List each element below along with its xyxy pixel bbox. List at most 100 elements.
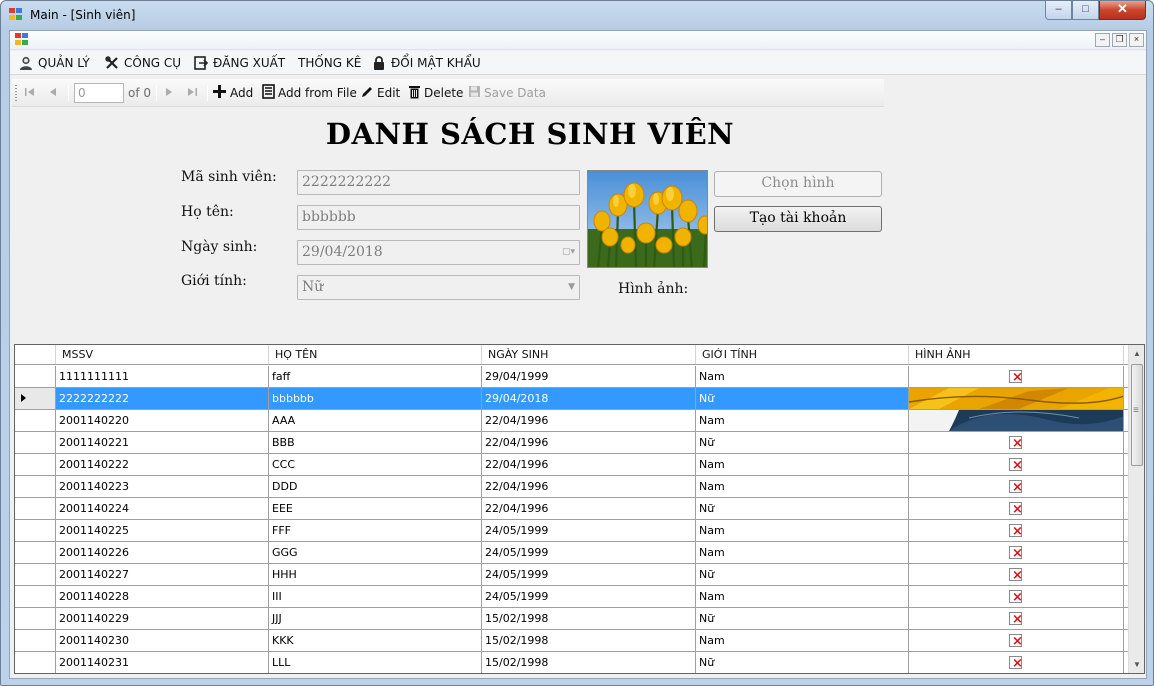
cell-mssv[interactable]: 2001140223: [56, 476, 269, 497]
row-header[interactable]: [15, 630, 56, 651]
table-row[interactable]: 2001140231 LLL 15/02/1998 Nữ: [15, 652, 1128, 673]
cell-hinh-anh[interactable]: [909, 630, 1124, 651]
column-header-gioi-tinh[interactable]: GIỚI TÍNH: [696, 345, 909, 364]
cell-gioi-tinh[interactable]: Nam: [696, 366, 909, 387]
cell-ho-ten[interactable]: bbbbbb: [269, 388, 482, 409]
cell-hinh-anh[interactable]: [909, 476, 1124, 497]
row-header[interactable]: [15, 542, 56, 563]
child-close-button[interactable]: ×: [1129, 33, 1144, 47]
cell-ho-ten[interactable]: III: [269, 586, 482, 607]
cell-ho-ten[interactable]: FFF: [269, 520, 482, 541]
column-header-ho-ten[interactable]: HỌ TÊN: [269, 345, 482, 364]
row-header[interactable]: [15, 498, 56, 519]
cell-ngay-sinh[interactable]: 22/04/1996: [482, 476, 696, 497]
cell-mssv[interactable]: 2001140220: [56, 410, 269, 431]
cell-hinh-anh[interactable]: [909, 388, 1124, 409]
add-button[interactable]: Add: [212, 84, 253, 102]
cell-hinh-anh[interactable]: [909, 454, 1124, 475]
close-button[interactable]: ✕: [1099, 1, 1146, 20]
students-grid[interactable]: MSSV HỌ TÊN NGÀY SINH GIỚI TÍNH HÌNH ẢNH…: [14, 344, 1145, 674]
cell-gioi-tinh[interactable]: Nữ: [696, 498, 909, 519]
table-row[interactable]: 2001140228 III 24/05/1999 Nam: [15, 586, 1128, 608]
cell-gioi-tinh[interactable]: Nam: [696, 586, 909, 607]
create-account-button[interactable]: Tạo tài khoản: [714, 206, 882, 232]
cell-hinh-anh[interactable]: [909, 608, 1124, 629]
cell-ngay-sinh[interactable]: 15/02/1998: [482, 652, 696, 673]
cell-gioi-tinh[interactable]: Nữ: [696, 608, 909, 629]
cell-gioi-tinh[interactable]: Nam: [696, 454, 909, 475]
cell-ngay-sinh[interactable]: 24/05/1999: [482, 520, 696, 541]
save-data-button[interactable]: Save Data: [468, 84, 546, 102]
table-row[interactable]: 2222222222 bbbbbb 29/04/2018 Nữ: [15, 388, 1128, 410]
cell-ngay-sinh[interactable]: 22/04/1996: [482, 498, 696, 519]
add-from-file-button[interactable]: Add from File: [262, 84, 357, 102]
cell-ho-ten[interactable]: JJJ: [269, 608, 482, 629]
cell-gioi-tinh[interactable]: Nữ: [696, 652, 909, 673]
row-header[interactable]: [15, 410, 56, 431]
student-id-field[interactable]: 2222222222: [297, 170, 580, 195]
table-row[interactable]: 2001140220 AAA 22/04/1996 Nam: [15, 410, 1128, 432]
cell-gioi-tinh[interactable]: Nữ: [696, 432, 909, 453]
table-row[interactable]: 1111111111 faff 29/04/1999 Nam: [15, 366, 1128, 388]
cell-ho-ten[interactable]: KKK: [269, 630, 482, 651]
move-last-button[interactable]: [186, 84, 198, 102]
cell-mssv[interactable]: 2001140222: [56, 454, 269, 475]
choose-image-button[interactable]: Chọn hình: [714, 171, 882, 197]
column-header-ngay-sinh[interactable]: NGÀY SINH: [482, 345, 696, 364]
cell-gioi-tinh[interactable]: Nam: [696, 520, 909, 541]
cell-hinh-anh[interactable]: [909, 498, 1124, 519]
cell-ho-ten[interactable]: DDD: [269, 476, 482, 497]
cell-mssv[interactable]: 2001140231: [56, 652, 269, 673]
cell-gioi-tinh[interactable]: Nam: [696, 630, 909, 651]
cell-mssv[interactable]: 2001140229: [56, 608, 269, 629]
toolbar-grip[interactable]: [15, 85, 17, 101]
cell-mssv[interactable]: 2001140226: [56, 542, 269, 563]
cell-gioi-tinh[interactable]: Nam: [696, 476, 909, 497]
scroll-down-icon[interactable]: ▼: [1129, 656, 1144, 673]
cell-mssv[interactable]: 2001140221: [56, 432, 269, 453]
cell-ngay-sinh[interactable]: 15/02/1998: [482, 630, 696, 651]
move-previous-button[interactable]: [48, 84, 58, 102]
table-row[interactable]: 2001140225 FFF 24/05/1999 Nam: [15, 520, 1128, 542]
menu-cong-cu[interactable]: CÔNG CỤ: [104, 54, 181, 72]
cell-ho-ten[interactable]: BBB: [269, 432, 482, 453]
cell-ngay-sinh[interactable]: 22/04/1996: [482, 410, 696, 431]
cell-mssv[interactable]: 2001140230: [56, 630, 269, 651]
cell-ho-ten[interactable]: AAA: [269, 410, 482, 431]
cell-ho-ten[interactable]: GGG: [269, 542, 482, 563]
cell-mssv[interactable]: 2001140228: [56, 586, 269, 607]
cell-ho-ten[interactable]: LLL: [269, 652, 482, 673]
edit-button[interactable]: Edit: [360, 84, 400, 102]
row-header[interactable]: [15, 520, 56, 541]
cell-ngay-sinh[interactable]: 29/04/2018: [482, 388, 696, 409]
cell-hinh-anh[interactable]: [909, 542, 1124, 563]
cell-mssv[interactable]: 2222222222: [56, 388, 269, 409]
menu-dang-xuat[interactable]: ĐĂNG XUẤT: [193, 54, 285, 72]
row-header[interactable]: [15, 652, 56, 673]
child-minimize-button[interactable]: –: [1095, 33, 1110, 47]
column-header-hinh-anh[interactable]: HÌNH ẢNH: [909, 345, 1124, 364]
cell-mssv[interactable]: 2001140224: [56, 498, 269, 519]
menu-doi-mat-khau[interactable]: ĐỔI MẬT KHẨU: [371, 54, 481, 72]
cell-ngay-sinh[interactable]: 24/05/1999: [482, 542, 696, 563]
position-input[interactable]: 0: [74, 83, 124, 103]
cell-hinh-anh[interactable]: [909, 366, 1124, 387]
cell-hinh-anh[interactable]: [909, 564, 1124, 585]
title-bar[interactable]: Main - [Sinh viên] – □ ✕: [1, 1, 1153, 29]
menu-quan-ly[interactable]: QUẢN LÝ: [18, 54, 90, 72]
table-row[interactable]: 2001140221 BBB 22/04/1996 Nữ: [15, 432, 1128, 454]
table-row[interactable]: 2001140230 KKK 15/02/1998 Nam: [15, 630, 1128, 652]
cell-gioi-tinh[interactable]: Nam: [696, 542, 909, 563]
cell-hinh-anh[interactable]: [909, 410, 1124, 431]
row-header[interactable]: [15, 586, 56, 607]
cell-ho-ten[interactable]: EEE: [269, 498, 482, 519]
cell-hinh-anh[interactable]: [909, 432, 1124, 453]
scrollbar-thumb[interactable]: [1131, 364, 1143, 466]
table-row[interactable]: 2001140227 HHH 24/05/1999 Nữ: [15, 564, 1128, 586]
cell-hinh-anh[interactable]: [909, 652, 1124, 673]
table-row[interactable]: 2001140224 EEE 22/04/1996 Nữ: [15, 498, 1128, 520]
row-header[interactable]: [15, 608, 56, 629]
row-header[interactable]: [15, 454, 56, 475]
cell-ngay-sinh[interactable]: 24/05/1999: [482, 564, 696, 585]
delete-button[interactable]: Delete: [408, 84, 463, 102]
